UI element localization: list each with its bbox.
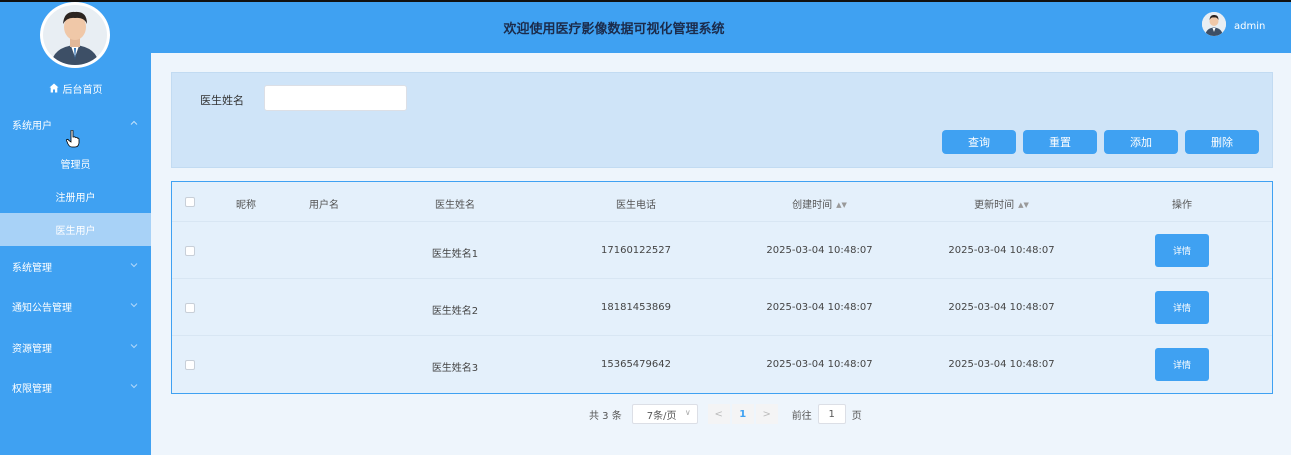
column-header-phone: 医生电话 xyxy=(616,200,656,211)
delete-button[interactable]: 删除 xyxy=(1185,130,1259,154)
cell-created: 2025-03-04 10:48:07 xyxy=(766,245,873,256)
page-title: 欢迎使用医疗影像数据可视化管理系统 xyxy=(503,22,725,37)
row-checkbox[interactable] xyxy=(185,360,195,370)
detail-button[interactable]: 详情 xyxy=(1155,291,1209,324)
sidebar-item-registered-users[interactable]: 注册用户 xyxy=(0,180,151,213)
sidebar-item-admin[interactable]: 管理员 xyxy=(0,147,151,180)
detail-button[interactable]: 详情 xyxy=(1155,234,1209,267)
page-number-current[interactable]: 1 xyxy=(731,404,754,424)
user-portrait-icon xyxy=(43,5,107,65)
cell-created: 2025-03-04 10:48:07 xyxy=(766,359,873,370)
cell-updated: 2025-03-04 10:48:07 xyxy=(948,245,1055,256)
column-header-updated[interactable]: 更新时间 ▲▼ xyxy=(944,196,1059,211)
column-header-label: 更新时间 xyxy=(974,200,1015,211)
cell-phone: 18181453869 xyxy=(601,302,671,313)
doctor-name-input[interactable] xyxy=(264,85,407,111)
page-size-value: 7条/页 xyxy=(646,410,677,422)
table-header: 昵称 用户名 医生姓名 医生电话 创建时间 ▲▼ 更新时间 ▲▼ 操作 xyxy=(172,182,1272,222)
user-avatar-icon xyxy=(1202,12,1226,36)
header-avatar[interactable] xyxy=(1202,12,1226,36)
sidebar-group-system-management[interactable]: 系统管理 xyxy=(0,246,151,286)
table-row: 医生姓名2 18181453869 2025-03-04 10:48:07 20… xyxy=(172,279,1272,336)
cell-updated: 2025-03-04 10:48:07 xyxy=(948,359,1055,370)
home-icon xyxy=(49,83,58,93)
doctor-table: 昵称 用户名 医生姓名 医生电话 创建时间 ▲▼ 更新时间 ▲▼ 操作 医生姓名1 … xyxy=(171,181,1273,394)
add-button[interactable]: 添加 xyxy=(1104,130,1178,154)
cell-doctor-name: 医生姓名3 xyxy=(431,363,479,374)
chevron-down-icon: ∨ xyxy=(684,408,691,417)
table-row: 医生姓名1 17160122527 2025-03-04 10:48:07 20… xyxy=(172,222,1272,279)
table-row: 医生姓名3 15365479642 2025-03-04 10:48:07 20… xyxy=(172,336,1272,393)
sidebar-item-home[interactable]: 后台首页 xyxy=(0,78,151,98)
cell-doctor-name: 医生姓名2 xyxy=(431,306,479,317)
chevron-down-icon xyxy=(130,303,138,308)
pagination: 共 3 条 7条/页 ∨ < 1 > 前往 1 页 xyxy=(589,404,862,424)
column-header-label: 创建时间 xyxy=(792,200,833,211)
sort-icon[interactable]: ▲▼ xyxy=(836,201,847,209)
header: 欢迎使用医疗影像数据可视化管理系统 admin xyxy=(151,2,1291,53)
chevron-down-icon xyxy=(130,384,138,389)
next-page-button[interactable]: > xyxy=(755,404,778,424)
column-header-created[interactable]: 创建时间 ▲▼ xyxy=(762,196,877,211)
sidebar-group-notice-management[interactable]: 通知公告管理 xyxy=(0,286,151,326)
select-all-checkbox[interactable] xyxy=(185,197,195,207)
search-panel: 医生姓名 查询 重置 添加 删除 xyxy=(171,72,1273,168)
cell-created: 2025-03-04 10:48:07 xyxy=(766,302,873,313)
chevron-up-icon xyxy=(130,120,138,125)
column-header-username: 用户名 xyxy=(309,200,339,211)
row-checkbox[interactable] xyxy=(185,303,195,313)
hand-cursor-icon xyxy=(66,130,80,148)
cell-phone: 15365479642 xyxy=(601,359,671,370)
cell-doctor-name: 医生姓名1 xyxy=(431,249,479,260)
avatar xyxy=(40,2,110,68)
sidebar-item-doctor-users[interactable]: 医生用户 xyxy=(0,213,151,246)
sidebar-group-permission-management[interactable]: 权限管理 xyxy=(0,367,151,407)
sidebar-group-label: 通知公告管理 xyxy=(12,302,72,314)
reset-button[interactable]: 重置 xyxy=(1023,130,1097,154)
cell-updated: 2025-03-04 10:48:07 xyxy=(948,302,1055,313)
sidebar-group-label: 权限管理 xyxy=(12,383,52,395)
detail-button[interactable]: 详情 xyxy=(1155,348,1209,381)
sidebar-group-label: 系统管理 xyxy=(12,262,52,274)
sidebar-avatar[interactable] xyxy=(40,2,110,68)
prev-page-button[interactable]: < xyxy=(707,404,730,424)
sidebar-group-resource-management[interactable]: 资源管理 xyxy=(0,327,151,367)
chevron-down-icon xyxy=(130,263,138,268)
sidebar-group-label: 资源管理 xyxy=(12,343,52,355)
sidebar: 后台首页 系统用户 管理员 注册用户 医生用户 系统管理 通知公告管理 资源管理… xyxy=(0,2,151,455)
jump-suffix: 页 xyxy=(851,410,862,422)
cell-phone: 17160122527 xyxy=(601,245,671,256)
query-button[interactable]: 查询 xyxy=(942,130,1016,154)
chevron-down-icon xyxy=(130,344,138,349)
doctor-name-label: 医生姓名 xyxy=(200,94,244,107)
jump-label: 前往 xyxy=(791,410,812,422)
sidebar-item-label: 管理员 xyxy=(60,160,91,171)
jump-page-input[interactable]: 1 xyxy=(817,404,846,424)
app-root: 后台首页 系统用户 管理员 注册用户 医生用户 系统管理 通知公告管理 资源管理… xyxy=(0,0,1291,455)
row-checkbox[interactable] xyxy=(185,246,195,256)
sidebar-item-label: 后台首页 xyxy=(62,84,103,96)
sidebar-group-label: 系统用户 xyxy=(12,120,52,132)
column-header-actions: 操作 xyxy=(1172,200,1192,211)
page-size-select[interactable]: 7条/页 ∨ xyxy=(631,404,698,424)
column-header-nickname: 昵称 xyxy=(236,200,256,211)
column-header-doctor-name: 医生姓名 xyxy=(435,200,475,211)
sidebar-item-label: 注册用户 xyxy=(55,193,96,204)
total-count: 共 3 条 xyxy=(589,410,622,422)
sidebar-item-label: 医生用户 xyxy=(55,226,96,237)
username-label[interactable]: admin xyxy=(1234,21,1265,32)
sort-icon[interactable]: ▲▼ xyxy=(1018,201,1029,209)
